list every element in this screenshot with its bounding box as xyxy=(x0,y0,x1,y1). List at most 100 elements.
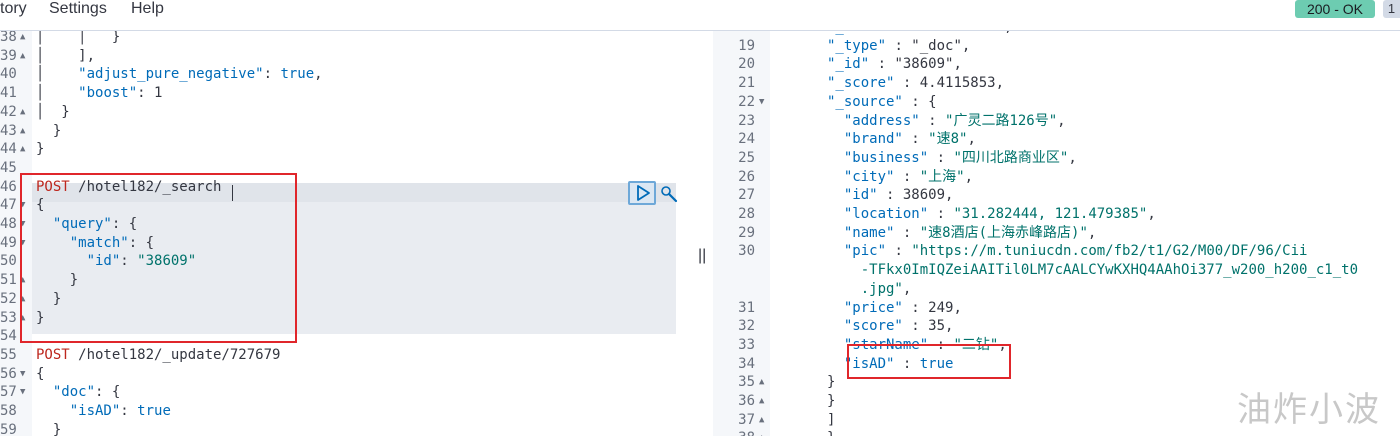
code-text: │ } xyxy=(36,103,70,120)
line-number: 57 xyxy=(0,384,17,401)
line-number: 34 xyxy=(738,355,755,372)
line-number: 31 xyxy=(738,299,755,316)
code-text: "_source" : { xyxy=(827,93,937,110)
code-line: 42 ▲ │ } xyxy=(0,103,695,122)
fold-close-icon[interactable]: ▲ xyxy=(759,392,764,411)
code-text: "_score" : 4.4115853, xyxy=(827,75,1005,92)
line-number: 44 xyxy=(0,141,17,158)
line-number: 28 xyxy=(738,206,755,222)
code-line: 22 ▼ "_source" : { xyxy=(713,93,1400,112)
code-text: "city" : "上海", xyxy=(843,168,974,185)
line-number: 26 xyxy=(738,168,755,185)
fold-open-icon[interactable]: ▼ xyxy=(20,365,25,384)
line-number: 43 xyxy=(0,122,17,139)
request-editor[interactable]: 38 ▲ │ │ } 39 ▲ │ ], 40 │ "adjust_pure_negative… xyxy=(0,31,695,436)
line-number: 49 xyxy=(0,234,17,251)
line-number: 51 xyxy=(0,272,17,289)
highlight-box-isad xyxy=(847,344,1011,379)
line-number: 32 xyxy=(738,318,755,335)
response-viewer[interactable]: 18"_index" : "hotel182",19"_type" : "_do… xyxy=(713,31,1400,436)
code-line: 43 ▲ } xyxy=(0,122,695,141)
line-number: 48 xyxy=(0,216,17,232)
code-line: 19 "_type" : "_doc", xyxy=(713,37,1400,56)
code-line: 58 "isAD": true xyxy=(0,402,695,421)
code-line: 28 "location" : "31.282444, 121.479385", xyxy=(713,205,1400,224)
status-time-badge: 1 xyxy=(1383,0,1400,18)
line-number: 29 xyxy=(738,224,755,241)
code-text: "id" : 38609, xyxy=(843,187,954,204)
menu-help[interactable]: Help xyxy=(131,0,164,18)
send-request-button[interactable] xyxy=(628,181,656,205)
code-line: 38 ▲} xyxy=(713,429,1400,436)
play-icon xyxy=(637,185,650,201)
code-text: } xyxy=(827,393,836,409)
code-line: 55 POST /hotel182/_update/727679 xyxy=(0,346,695,365)
wrench-icon[interactable] xyxy=(660,185,678,203)
code-line: 56 ▼ { xyxy=(0,365,695,384)
code-text: "price" : 249, xyxy=(843,299,962,316)
fold-open-icon[interactable]: ▼ xyxy=(759,93,764,112)
code-text: ] xyxy=(827,411,836,428)
fold-close-icon[interactable]: ▲ xyxy=(759,411,764,430)
fold-close-icon[interactable]: ▲ xyxy=(20,103,25,122)
code-line: 20 "_id" : "38609", xyxy=(713,55,1400,74)
fold-close-icon[interactable]: ▲ xyxy=(20,140,25,159)
line-number: 36 xyxy=(738,393,755,409)
code-line: 32 "score" : 35, xyxy=(713,317,1400,336)
line-number: 52 xyxy=(0,290,17,307)
line-number: 45 xyxy=(0,159,17,176)
code-line: 44 ▲} xyxy=(0,140,695,159)
line-number: 54 xyxy=(0,328,17,345)
code-line: 57 ▼ "doc": { xyxy=(0,383,695,402)
line-number: 21 xyxy=(738,75,755,92)
line-number: 33 xyxy=(738,336,755,353)
code-text: "business" : "四川北路商业区", xyxy=(843,149,1077,166)
code-text: "pic" : "https://m.tuniucdn.com/fb2/t1/G… xyxy=(843,243,1308,260)
code-line: 34 "isAD" : true xyxy=(713,355,1400,374)
code-text: } xyxy=(36,141,45,158)
code-text: "_id" : "38609", xyxy=(827,56,962,73)
line-number: 22 xyxy=(738,93,755,110)
code-line: 39 ▲ │ ], xyxy=(0,47,695,66)
fold-open-icon[interactable]: ▼ xyxy=(20,383,25,402)
line-number: 19 xyxy=(738,37,755,54)
code-line: 21 "_score" : 4.4115853, xyxy=(713,74,1400,93)
line-number: 55 xyxy=(0,346,17,363)
code-text: │ │ } xyxy=(36,31,121,45)
fold-close-icon[interactable]: ▲ xyxy=(759,373,764,392)
line-number: 30 xyxy=(738,243,755,260)
fold-close-icon[interactable]: ▲ xyxy=(759,429,764,436)
line-number: 38 xyxy=(713,429,755,436)
code-line: 25 "business" : "四川北路商业区", xyxy=(713,149,1400,168)
line-number: 20 xyxy=(738,56,755,73)
code-text: "score" : 35, xyxy=(843,318,954,335)
fold-close-icon[interactable]: ▲ xyxy=(20,31,25,47)
line-number: 39 xyxy=(0,47,17,64)
code-text: } xyxy=(827,429,835,436)
pane-splitter[interactable]: || xyxy=(698,248,708,264)
line-number: 40 xyxy=(0,66,17,83)
line-number: 42 xyxy=(0,103,17,120)
status-badge: 200 - OK xyxy=(1295,0,1375,18)
code-line: 41 │ "boost": 1 xyxy=(0,84,695,103)
code-line: -TFkx0ImIQZeiAAITil0LM7cAALCYwKXHQ4AAhOi… xyxy=(713,261,1400,280)
menu-settings[interactable]: Settings xyxy=(49,0,107,18)
fold-close-icon[interactable]: ▲ xyxy=(20,122,25,141)
code-text: POST /hotel182/_update/727679 xyxy=(36,346,281,363)
line-number: 46 xyxy=(0,178,17,195)
line-number: 23 xyxy=(738,112,755,129)
code-text: .jpg", xyxy=(860,280,912,297)
code-line: 30 "pic" : "https://m.tuniucdn.com/fb2/t… xyxy=(713,242,1400,261)
code-text: "name" : "速8酒店(上海赤峰路店)", xyxy=(843,224,1097,241)
line-number: 38 xyxy=(0,31,17,45)
menu-bar: tory Settings Help 200 - OK 1 xyxy=(0,0,1400,31)
menu-history[interactable]: tory xyxy=(0,0,27,18)
line-number: 27 xyxy=(738,187,755,204)
fold-close-icon[interactable]: ▲ xyxy=(20,47,25,66)
code-text: "doc": { xyxy=(52,384,121,401)
code-line: 27 "id" : 38609, xyxy=(713,186,1400,205)
code-text: } xyxy=(36,122,62,139)
line-number: 50 xyxy=(0,253,17,270)
code-line: 33 "starName" : "二钻", xyxy=(713,336,1400,355)
code-line: .jpg", xyxy=(713,280,1400,299)
